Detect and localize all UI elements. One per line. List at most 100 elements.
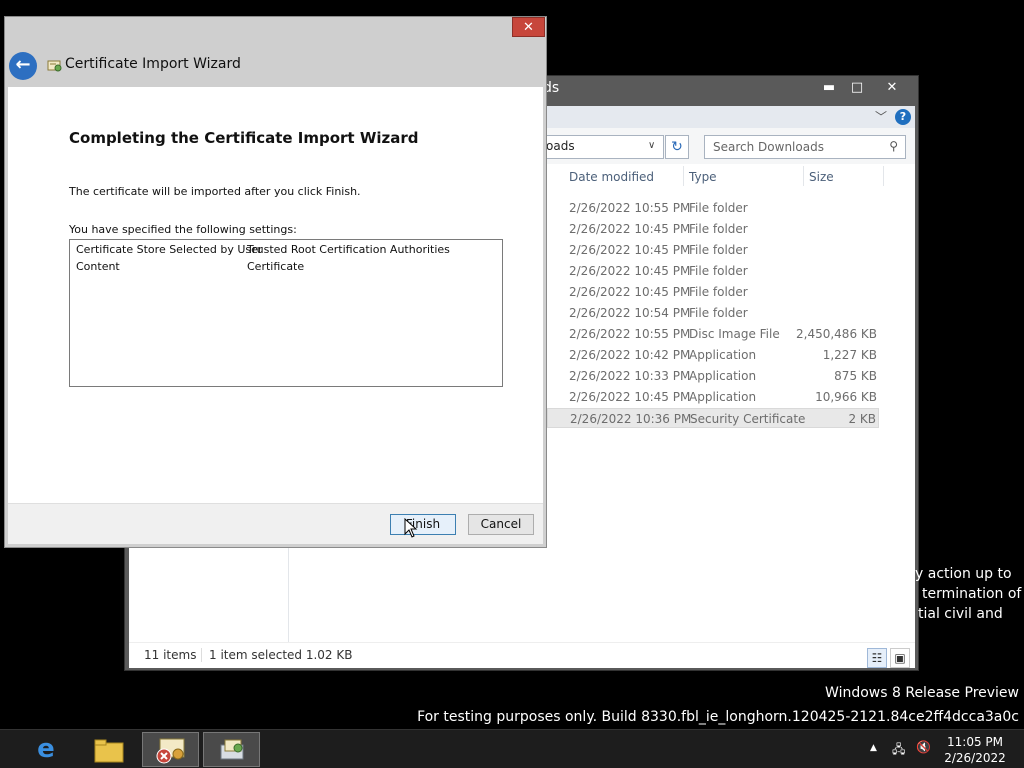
file-type: File folder: [689, 285, 748, 299]
file-row[interactable]: 2/26/2022 10:42 PM Application 1,227 KB: [547, 345, 879, 365]
wizard-title: Certificate Import Wizard: [65, 56, 241, 72]
finish-button[interactable]: Finish: [390, 514, 456, 535]
refresh-icon: ↻: [671, 139, 683, 155]
chevron-down-icon[interactable]: ﹀: [875, 108, 887, 125]
certificate-icon: [47, 60, 62, 72]
file-date: 2/26/2022 10:45 PM: [569, 390, 691, 404]
file-type: Application: [689, 390, 757, 404]
show-hidden-icons-icon[interactable]: ▲: [870, 743, 877, 753]
large-icons-view-icon[interactable]: ▣: [890, 648, 910, 668]
column-divider[interactable]: [883, 166, 884, 186]
back-arrow-icon[interactable]: ←: [9, 52, 37, 80]
setting-key: Certificate Store Selected by User: [76, 243, 263, 256]
wizard-footer: Finish Cancel: [8, 503, 543, 544]
file-row[interactable]: 2/26/2022 10:55 PM File folder: [547, 198, 879, 218]
file-type: Application: [689, 369, 757, 383]
background-text-line: termination of: [922, 586, 1022, 602]
file-date: 2/26/2022 10:33 PM: [569, 369, 691, 383]
internet-explorer-icon[interactable]: e: [18, 732, 74, 767]
file-size: 2,450,486 KB: [796, 327, 877, 341]
column-divider[interactable]: [683, 166, 684, 186]
settings-label: You have specified the following setting…: [69, 223, 297, 236]
status-bar: 11 items 1 item selected 1.02 KB ☷ ▣: [129, 642, 915, 668]
certificate-wizard-taskbar-button[interactable]: [203, 732, 260, 767]
column-header-type[interactable]: Type: [689, 170, 717, 184]
refresh-button[interactable]: ↻: [665, 135, 689, 159]
file-type: File folder: [689, 201, 748, 215]
column-header-size[interactable]: Size: [809, 170, 834, 184]
file-date: 2/26/2022 10:45 PM: [569, 285, 691, 299]
file-row[interactable]: 2/26/2022 10:45 PM File folder: [547, 282, 879, 302]
info-text: The certificate will be imported after y…: [69, 185, 361, 198]
item-count: 11 items: [144, 648, 197, 662]
column-divider[interactable]: [803, 166, 804, 186]
page-title: Completing the Certificate Import Wizard: [69, 129, 419, 147]
network-icon[interactable]: 🖧: [892, 740, 905, 761]
volume-muted-icon[interactable]: 🔇: [916, 740, 931, 754]
file-row[interactable]: 2/26/2022 10:54 PM File folder: [547, 303, 879, 323]
file-row[interactable]: 2/26/2022 10:36 PM Security Certificate 2 …: [547, 408, 879, 428]
certificate-error-taskbar-button[interactable]: [142, 732, 199, 767]
watermark-line-1: Windows 8 Release Preview: [825, 685, 1019, 701]
cancel-button[interactable]: Cancel: [468, 514, 534, 535]
setting-key: Content: [76, 260, 120, 273]
mouse-cursor-icon: [404, 518, 418, 538]
background-text-line: y action up to: [915, 566, 1012, 582]
file-date: 2/26/2022 10:36 PM: [570, 412, 692, 426]
file-date: 2/26/2022 10:45 PM: [569, 264, 691, 278]
file-row[interactable]: 2/26/2022 10:45 PM Application 10,966 KB: [547, 387, 879, 407]
help-icon[interactable]: ?: [895, 109, 911, 125]
file-type: File folder: [689, 222, 748, 236]
certificate-import-icon: [220, 739, 243, 760]
file-explorer-taskbar-button[interactable]: [80, 732, 137, 767]
file-date: 2/26/2022 10:54 PM: [569, 306, 691, 320]
file-row[interactable]: 2/26/2022 10:45 PM File folder: [547, 240, 879, 260]
address-text: oads: [546, 139, 575, 153]
folder-icon: [94, 739, 123, 763]
file-date: 2/26/2022 10:42 PM: [569, 348, 691, 362]
certificate-error-icon: [156, 738, 184, 764]
file-type: Application: [689, 348, 757, 362]
file-type: File folder: [689, 264, 748, 278]
file-date: 2/26/2022 10:45 PM: [569, 243, 691, 257]
setting-value: Trusted Root Certification Authorities: [247, 243, 450, 256]
search-icon[interactable]: ⚲: [889, 139, 898, 153]
file-type: Disc Image File: [689, 327, 780, 341]
minimize-button[interactable]: ▬: [816, 78, 842, 98]
certificate-import-wizard-dialog: ✕ ← Certificate Import Wizard Completing…: [4, 16, 547, 548]
file-row[interactable]: 2/26/2022 10:55 PM Disc Image File 2,450,4…: [547, 324, 879, 344]
background-text-line: tial civil and: [918, 606, 1003, 622]
search-placeholder: Search Downloads: [713, 140, 824, 154]
setting-value: Certificate: [247, 260, 305, 273]
wizard-body: Completing the Certificate Import Wizard…: [8, 87, 543, 503]
settings-list[interactable]: Certificate Store Selected by User Trust…: [69, 239, 503, 387]
clock-time: 11:05 PM: [947, 735, 1003, 749]
taskbar: e ▲ 🖧 🔇 11:05 PM 2/26/2022: [0, 729, 1024, 768]
search-input[interactable]: Search Downloads ⚲: [704, 135, 906, 159]
file-row[interactable]: 2/26/2022 10:45 PM File folder: [547, 261, 879, 281]
watermark-line-2: For testing purposes only. Build 8330.fb…: [417, 709, 1019, 725]
address-dropdown-icon[interactable]: ∨: [648, 140, 655, 151]
selection-info: 1 item selected 1.02 KB: [209, 648, 353, 662]
file-type: File folder: [689, 243, 748, 257]
file-row[interactable]: 2/26/2022 10:45 PM File folder: [547, 219, 879, 239]
column-header-date[interactable]: Date modified: [569, 170, 654, 184]
wizard-close-button[interactable]: ✕: [512, 17, 545, 37]
file-type: File folder: [689, 306, 748, 320]
status-divider: [201, 648, 202, 662]
desktop: ds ▬ □ ✕ ﹀ ? oads ∨ ↻ Search Downloads ⚲…: [0, 0, 1024, 768]
file-date: 2/26/2022 10:55 PM: [569, 327, 691, 341]
clock[interactable]: 11:05 PM 2/26/2022: [942, 734, 1008, 766]
file-date: 2/26/2022 10:55 PM: [569, 201, 691, 215]
file-date: 2/26/2022 10:45 PM: [569, 222, 691, 236]
clock-date: 2/26/2022: [944, 751, 1006, 765]
file-row[interactable]: 2/26/2022 10:33 PM Application 875 KB: [547, 366, 879, 386]
file-size: 10,966 KB: [815, 390, 877, 404]
file-type: Security Certificate: [690, 412, 806, 426]
explorer-close-button[interactable]: ✕: [879, 78, 905, 98]
details-view-icon[interactable]: ☷: [867, 648, 887, 668]
file-size: 2 KB: [848, 412, 876, 426]
file-size: 1,227 KB: [822, 348, 877, 362]
wizard-header: ← Certificate Import Wizard: [5, 47, 546, 87]
maximize-button[interactable]: □: [844, 78, 870, 98]
